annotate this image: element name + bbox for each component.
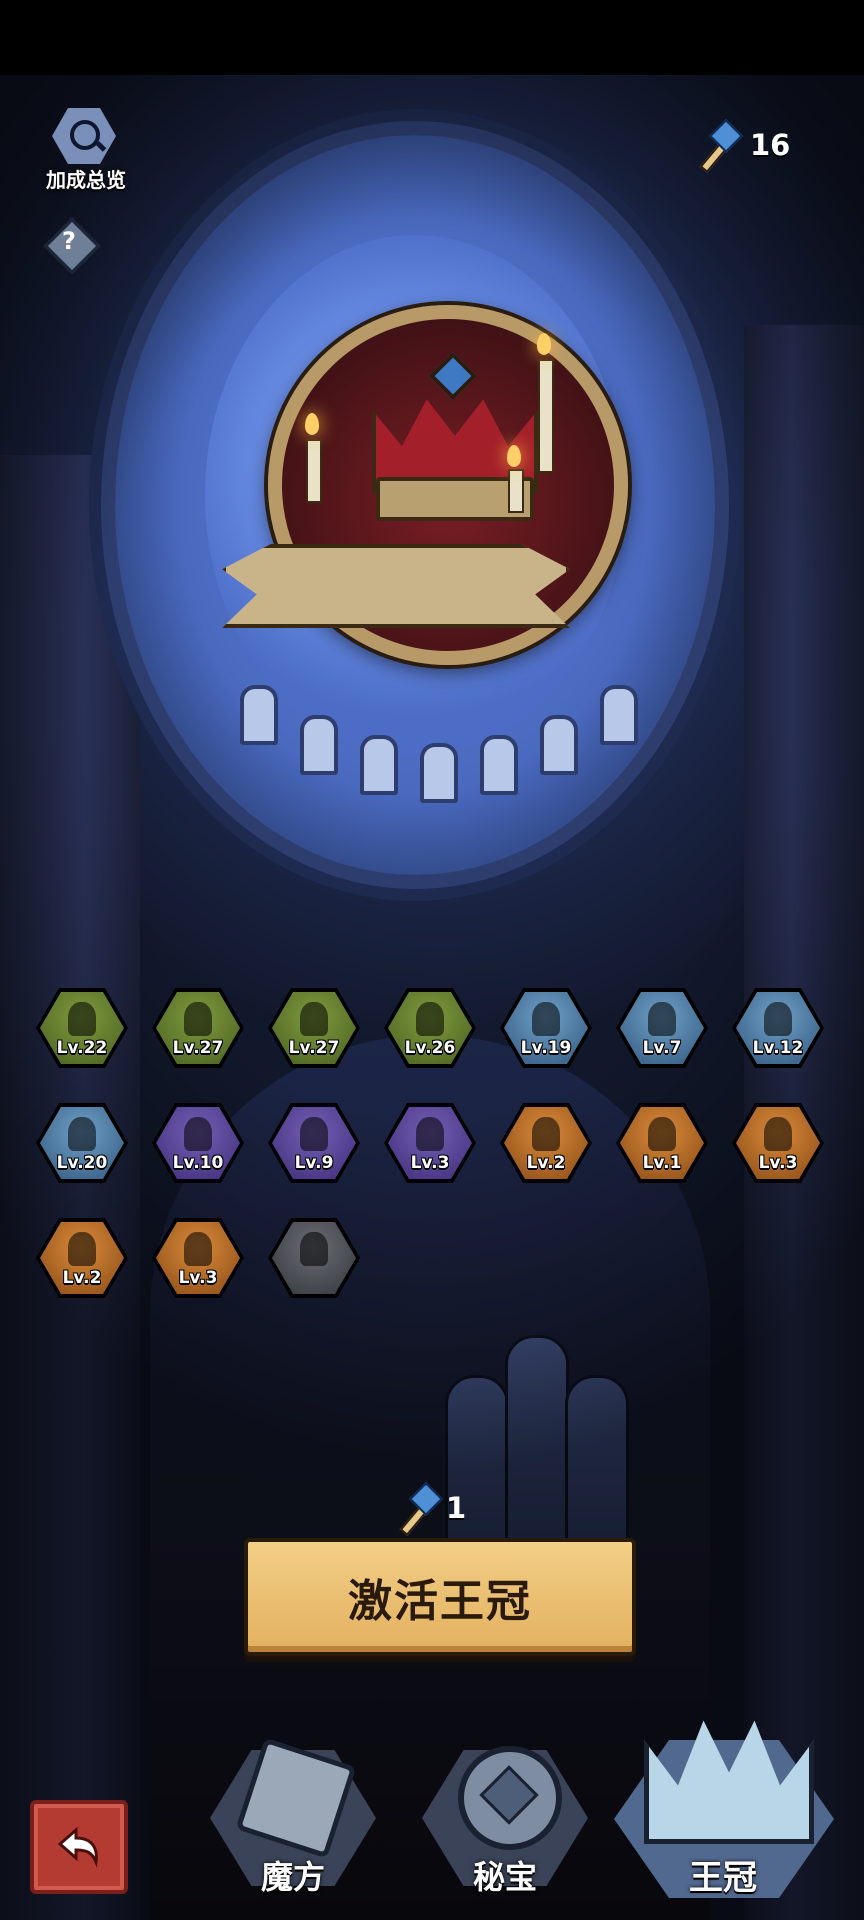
ghost-figure-icon [68,1002,96,1036]
crown-ribbon [222,544,570,628]
flame-icon [648,1117,676,1151]
tab-cube[interactable]: 魔方 [200,1737,386,1896]
crown-icon [644,1720,814,1844]
gem-currency: 16 [699,119,791,174]
relic-level: Lv.19 [520,1038,572,1058]
top-hat-figure-icon [300,1002,328,1036]
relic-slot[interactable]: Lv.19 [498,986,594,1070]
flame-icon [507,445,521,467]
dome-window [480,735,518,795]
dome-window [240,685,278,745]
rabbit-ears-icon [416,1117,444,1151]
activation-cost: 1 [399,1482,467,1537]
dome-window [540,715,578,775]
crown-medallion[interactable] [222,305,628,665]
crown-icon [184,1232,212,1266]
crown-screen: { "header": { "overview_label": "加成总览", … [0,0,864,1920]
activate-crown-button[interactable]: 激活王冠 [244,1538,636,1656]
relic-level: Lv.26 [404,1038,456,1058]
relic-slot[interactable]: Lv.3 [730,1101,826,1185]
relic-level: Lv.3 [758,1153,798,1173]
relic-slot[interactable]: Lv.12 [730,986,826,1070]
treasure-gem-icon [458,1746,562,1850]
relic-level: Lv.12 [752,1038,804,1058]
flame-icon [305,413,319,435]
armored-helmet-icon [764,1002,792,1036]
octopus-icon [532,1117,560,1151]
tab-crown[interactable]: 王冠 [608,1700,838,1900]
relic-level: Lv.20 [56,1153,108,1173]
help-label: ? [62,227,76,255]
beast-icon [764,1117,792,1151]
blob-creature-icon [300,1232,328,1266]
tab-treasure[interactable]: 秘宝 [412,1740,598,1896]
relic-level: Lv.3 [178,1268,218,1288]
relic-level: Lv.3 [410,1153,450,1173]
gem-count: 16 [750,128,791,162]
candle-icon [538,359,554,473]
candle-icon [306,439,322,503]
activation-cost-value: 1 [446,1491,467,1525]
chicken-leg-icon [68,1117,96,1151]
relic-slot[interactable]: Lv.2 [34,1216,130,1300]
help-button[interactable]: ? [43,217,101,275]
relic-level: Lv.2 [526,1153,566,1173]
goblin-head-icon [648,1002,676,1036]
penguin-icon [416,1002,444,1036]
bonus-overview-label: 加成总览 [46,168,126,192]
flame-icon [537,333,551,355]
relic-level: Lv.1 [642,1153,682,1173]
relic-slot[interactable]: Lv.3 [382,1101,478,1185]
gem-wand-icon [699,119,743,174]
relic-slot[interactable]: Lv.20 [34,1101,130,1185]
candle-icon [508,469,524,513]
relic-level: Lv.27 [288,1038,340,1058]
relic-slot[interactable]: Lv.27 [266,986,362,1070]
left-pillar [0,455,140,1920]
gem-wand-icon [399,1482,443,1537]
bat-icon [68,1232,96,1266]
magic-hat-icon [300,1117,328,1151]
relic-level: Lv.27 [172,1038,224,1058]
back-button[interactable] [30,1800,128,1894]
relic-slot[interactable]: Lv.1 [614,1101,710,1185]
relic-level: Lv.22 [56,1038,108,1058]
relic-slot[interactable]: Lv.10 [150,1101,246,1185]
dome-window [360,735,398,795]
magnifier-icon [70,120,100,150]
relic-slot[interactable]: Lv.9 [266,1101,362,1185]
bone-icon [184,1002,212,1036]
relic-slot[interactable]: Lv.26 [382,986,478,1070]
relic-level: Lv.7 [642,1038,682,1058]
bonus-overview-button[interactable]: 加成总览 [36,108,136,192]
activate-crown-label: 激活王冠 [348,1576,532,1627]
relic-level: Lv.2 [62,1268,102,1288]
relic-slot[interactable] [266,1216,362,1300]
relic-level: Lv.10 [172,1153,224,1173]
relic-slot[interactable]: Lv.2 [498,1101,594,1185]
rabbit-icon [532,1002,560,1036]
dome-window [300,715,338,775]
horned-helmet-icon [184,1117,212,1151]
relic-slot[interactable]: Lv.22 [34,986,130,1070]
dome-window [420,743,458,803]
return-arrow-icon [57,1826,98,1868]
tab-cube-label: 魔方 [260,1858,325,1896]
dome-window [600,685,638,745]
tab-crown-label: 王冠 [689,1858,757,1898]
relic-slot[interactable]: Lv.7 [614,986,710,1070]
relic-slot[interactable]: Lv.27 [150,986,246,1070]
relic-level: Lv.9 [294,1153,334,1173]
relic-slot[interactable]: Lv.3 [150,1216,246,1300]
tab-treasure-label: 秘宝 [472,1858,537,1896]
